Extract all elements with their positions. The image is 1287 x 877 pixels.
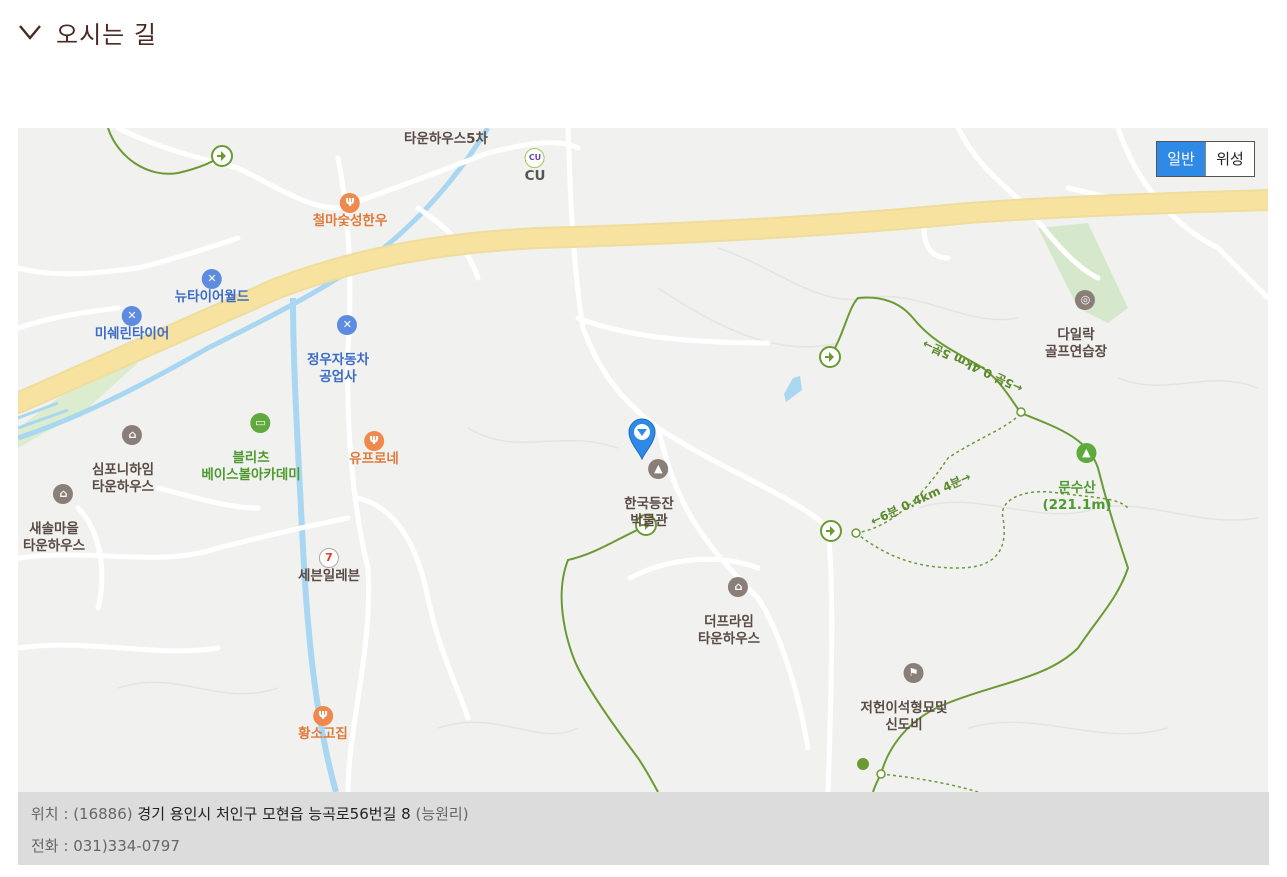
seven-eleven-icon: 7 xyxy=(318,548,339,568)
chevron-down-icon xyxy=(19,25,41,40)
poi-lamp-museum[interactable]: ▲ 한국등잔 박물관 xyxy=(624,442,674,564)
phone-line: 전화 : 031)334-0797 xyxy=(31,837,180,855)
car-repair-icon: ✕ xyxy=(122,306,142,326)
academy-icon: ▭ xyxy=(250,413,271,433)
restaurant-icon: Ψ xyxy=(313,706,333,726)
address-suffix: (능원리) xyxy=(415,805,469,823)
car-repair-icon: ✕ xyxy=(337,315,358,335)
trail-arrow-icon xyxy=(211,145,233,167)
trail-arrow-icon xyxy=(820,520,842,542)
address-label: 위치 : (16886) xyxy=(31,805,133,823)
museum-icon: ▲ xyxy=(648,459,669,479)
map[interactable]: ←6분 0.4km 4분→ ←5분 0.4km 5분→ 타운하우스5차 CU C… xyxy=(18,128,1268,792)
mountain-icon: ▲ xyxy=(1076,443,1097,463)
address-text: 경기 용인시 처인구 모현읍 능곡로56번길 8 xyxy=(137,805,411,823)
cu-store-icon: CU xyxy=(525,148,545,168)
poi-yuprone[interactable]: Ψ 유프로네 xyxy=(349,431,399,468)
poi-michelin-tire[interactable]: ✕ 미쉐린타이어 xyxy=(95,306,169,343)
poi-saesol-townhouse[interactable]: ⌂ 새솔마을 타운하우스 xyxy=(23,467,85,589)
poi-cheolma-restaurant[interactable]: Ψ 철마숯성한우 xyxy=(313,193,387,230)
poi-jeoheon-tomb[interactable]: ⚑ 저헌이석형묘및 신도비 xyxy=(861,646,947,768)
home-icon: ⌂ xyxy=(122,425,143,445)
car-repair-icon: ✕ xyxy=(202,269,222,289)
poi-seven-eleven[interactable]: 7 세븐일레븐 xyxy=(298,548,360,585)
map-type-toggle[interactable]: 일반 위성 xyxy=(1156,141,1255,177)
poi-new-tire-world[interactable]: ✕ 뉴타이어월드 xyxy=(175,269,249,306)
map-type-normal-button[interactable]: 일반 xyxy=(1157,142,1205,176)
location-marker-icon[interactable] xyxy=(627,418,657,460)
poi-munsu-mountain[interactable]: ▲ 문수산 (221.1m) xyxy=(1042,426,1112,548)
poi-cu[interactable]: CU CU xyxy=(525,148,545,185)
location-info: 위치 : (16886) 경기 용인시 처인구 모현읍 능곡로56번길 8 (능… xyxy=(18,792,1269,865)
map-type-satellite-button[interactable]: 위성 xyxy=(1205,142,1254,176)
landmark-icon: ⚑ xyxy=(903,663,924,683)
poi-hwangso-gojip[interactable]: Ψ 황소고집 xyxy=(298,706,348,743)
home-icon: ⌂ xyxy=(728,577,749,597)
poi-jeongwoo-auto[interactable]: ✕ 정우자동차 공업사 xyxy=(307,298,369,420)
poi-the-prime-townhouse[interactable]: ⌂ 더프라임 타운하우스 xyxy=(698,560,760,682)
poi-blitz-baseball[interactable]: ▭ 블리츠 베이스볼아카데미 xyxy=(201,396,301,518)
poi-symphony-townhouse[interactable]: ⌂ 심포니하임 타운하우스 xyxy=(92,408,154,530)
home-icon: ⌂ xyxy=(53,484,74,504)
poi-townhouse-5[interactable]: 타운하우스5차 xyxy=(404,131,488,148)
poi-dailak-golf[interactable]: ◎ 다일락 골프연습장 xyxy=(1045,273,1107,395)
restaurant-icon: Ψ xyxy=(340,193,360,213)
address-line: 위치 : (16886) 경기 용인시 처인구 모현읍 능곡로56번길 8 (능… xyxy=(31,803,469,824)
section-title: 오시는 길 xyxy=(56,20,157,49)
golf-icon: ◎ xyxy=(1075,290,1096,310)
restaurant-icon: Ψ xyxy=(364,431,384,451)
section-header[interactable]: 오시는 길 xyxy=(18,14,157,50)
trail-arrow-icon xyxy=(819,346,841,368)
